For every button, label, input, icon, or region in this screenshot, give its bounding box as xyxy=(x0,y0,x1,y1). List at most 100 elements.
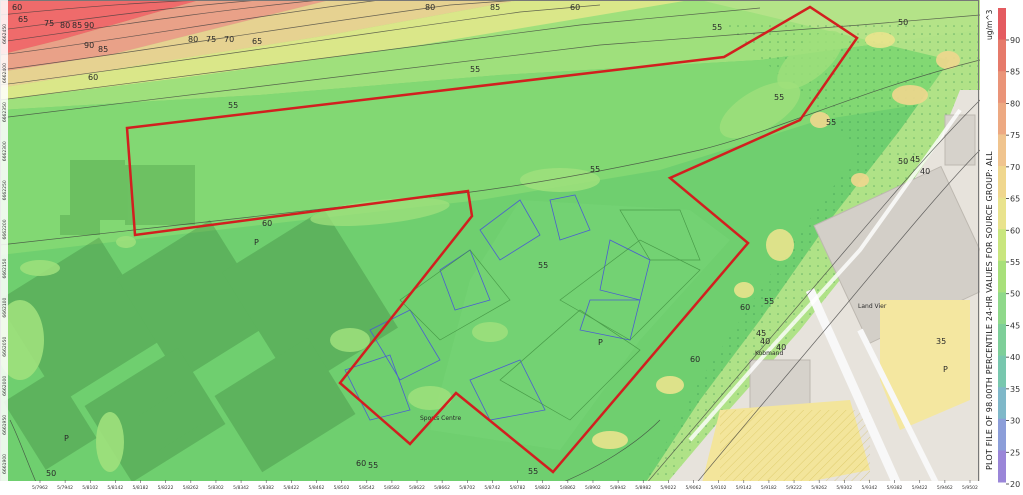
contour-label: 60 xyxy=(740,303,750,312)
contour-label: 85 xyxy=(490,3,500,12)
legend-tick-label: 85 xyxy=(1010,68,1020,77)
bottom-tick-label: 5/8782 xyxy=(510,485,526,491)
contour-label: 60 xyxy=(570,3,580,12)
legend-tick-label: 70 xyxy=(1010,163,1020,172)
legend-tick-label: 25 xyxy=(1010,448,1020,457)
building-block xyxy=(749,359,811,411)
contour-label: 60 xyxy=(262,219,272,228)
bottom-tick-label: 5/7962 xyxy=(32,485,48,491)
contour-label: 45 xyxy=(910,155,920,164)
contour-label: 65 xyxy=(252,37,262,46)
left-tick-label: 6662350 xyxy=(2,102,8,122)
contour-label: 85 xyxy=(72,21,82,30)
bottom-tick-label: 5/8262 xyxy=(183,485,199,491)
bottom-tick-label: 5/9342 xyxy=(861,485,877,491)
left-tick-label: 6662250 xyxy=(2,180,8,200)
contour-label: 60 xyxy=(690,355,700,364)
left-tick-label: 6662050 xyxy=(2,337,8,357)
bottom-tick-label: 5/8342 xyxy=(233,485,249,491)
bottom-tick-label: 5/9182 xyxy=(761,485,777,491)
legend-color-step xyxy=(998,166,1006,199)
left-tick-label: 6662150 xyxy=(2,258,8,278)
legend-tick-label: 65 xyxy=(1010,195,1020,204)
legend-color-step xyxy=(998,102,1006,135)
legend-color-step xyxy=(998,134,1006,167)
legend-tick-label: 35 xyxy=(1010,385,1020,394)
restaurant-label: Land Vier xyxy=(858,303,887,310)
contour-label: 40 xyxy=(920,167,930,176)
contour-label: 55 xyxy=(470,65,480,74)
left-tick-label: 6662300 xyxy=(2,141,8,161)
parking-label: P xyxy=(943,365,948,374)
left-tick-label: 6661950 xyxy=(2,415,8,435)
contour-label: 55 xyxy=(368,461,378,470)
legend-color-step xyxy=(998,292,1006,325)
legend-color-step xyxy=(998,71,1006,104)
contour-label: 60 xyxy=(12,3,22,12)
contour-label: 60 xyxy=(356,459,366,468)
legend-color-step xyxy=(998,39,1006,72)
contour-label: 55 xyxy=(228,101,238,110)
bottom-tick-label: 5/9062 xyxy=(686,485,702,491)
bottom-tick-label: 5/8222 xyxy=(158,485,174,491)
legend-color-step xyxy=(998,450,1006,483)
legend: 90 85 80 75 70 65 60 55 50 45 40 35 30 25 20 PLOT FILE… xyxy=(980,0,1023,491)
bottom-tick-label: 5/9102 xyxy=(711,485,727,491)
contour-label: 55 xyxy=(826,118,836,127)
contour-label: 40 xyxy=(760,337,770,346)
contour-label: 50 xyxy=(46,469,56,478)
legend-tick-label: 60 xyxy=(1010,226,1020,235)
parking-label: P xyxy=(254,238,259,247)
bottom-tick-label: 5/8622 xyxy=(409,485,425,491)
contour-label: 55 xyxy=(528,467,538,476)
bottom-tick-label: 5/9382 xyxy=(887,485,903,491)
legend-color-step xyxy=(998,8,1006,41)
bottom-tick-label: 5/9142 xyxy=(736,485,752,491)
legend-tick-label: 55 xyxy=(1010,258,1020,267)
contour-label: 55 xyxy=(774,93,784,102)
bottom-tick-label: 5/8662 xyxy=(434,485,450,491)
legend-color-step xyxy=(998,229,1006,262)
contour-label: 65 xyxy=(18,15,28,24)
contour-label: 45 xyxy=(756,329,766,338)
bottom-tick-label: 5/8302 xyxy=(208,485,224,491)
left-tick-label: 6662400 xyxy=(2,63,8,83)
contour-label: 35 xyxy=(936,337,946,346)
bottom-tick-label: 5/9502 xyxy=(962,485,978,491)
bottom-tick-label: 5/8102 xyxy=(82,485,98,491)
bottom-tick-label: 5/8542 xyxy=(359,485,375,491)
bottom-tick-label: 5/9222 xyxy=(786,485,802,491)
bottom-tick-label: 5/8582 xyxy=(384,485,400,491)
contour-label: 90 xyxy=(84,21,94,30)
legend-title: PLOT FILE OF 98.00TH PERCENTILE 24-HR VA… xyxy=(985,151,994,470)
bottom-tick-label: 5/8982 xyxy=(635,485,651,491)
legend-tick-label: 90 xyxy=(1010,36,1020,45)
bottom-tick-label: 5/9022 xyxy=(660,485,676,491)
contour-label: 90 xyxy=(84,41,94,50)
left-tick-label: 6662100 xyxy=(2,297,8,317)
bottom-tick-label: 5/8902 xyxy=(585,485,601,491)
legend-tick-label: 80 xyxy=(1010,99,1020,108)
left-tick-label: 6661900 xyxy=(2,454,8,474)
bottom-tick-label: 5/9302 xyxy=(836,485,852,491)
legend-color-step xyxy=(998,324,1006,357)
contour-label: 60 xyxy=(88,73,98,82)
contour-label: 80 xyxy=(425,3,435,12)
legend-tick-label: 40 xyxy=(1010,353,1020,362)
legend-unit: ug/m^3 xyxy=(985,9,994,40)
bottom-tick-label: 5/8822 xyxy=(535,485,551,491)
bottom-tick-label: 5/9422 xyxy=(912,485,928,491)
legend-tick-label: 50 xyxy=(1010,290,1020,299)
bottom-tick-label: 5/7942 xyxy=(57,485,73,491)
contour-label: 80 xyxy=(188,35,198,44)
bottom-tick-label: 5/8142 xyxy=(107,485,123,491)
contour-label: 50 xyxy=(898,18,908,27)
legend-color-step xyxy=(998,418,1006,451)
legend-color-step xyxy=(998,197,1006,230)
basemap-blocks-north xyxy=(60,160,195,235)
sports-centre-label: Sports Centre xyxy=(420,415,462,422)
contour-label: 50 xyxy=(898,157,908,166)
bottom-tick-label: 5/9262 xyxy=(811,485,827,491)
legend-color-step xyxy=(998,260,1006,293)
bottom-tick-label: 5/8862 xyxy=(560,485,576,491)
